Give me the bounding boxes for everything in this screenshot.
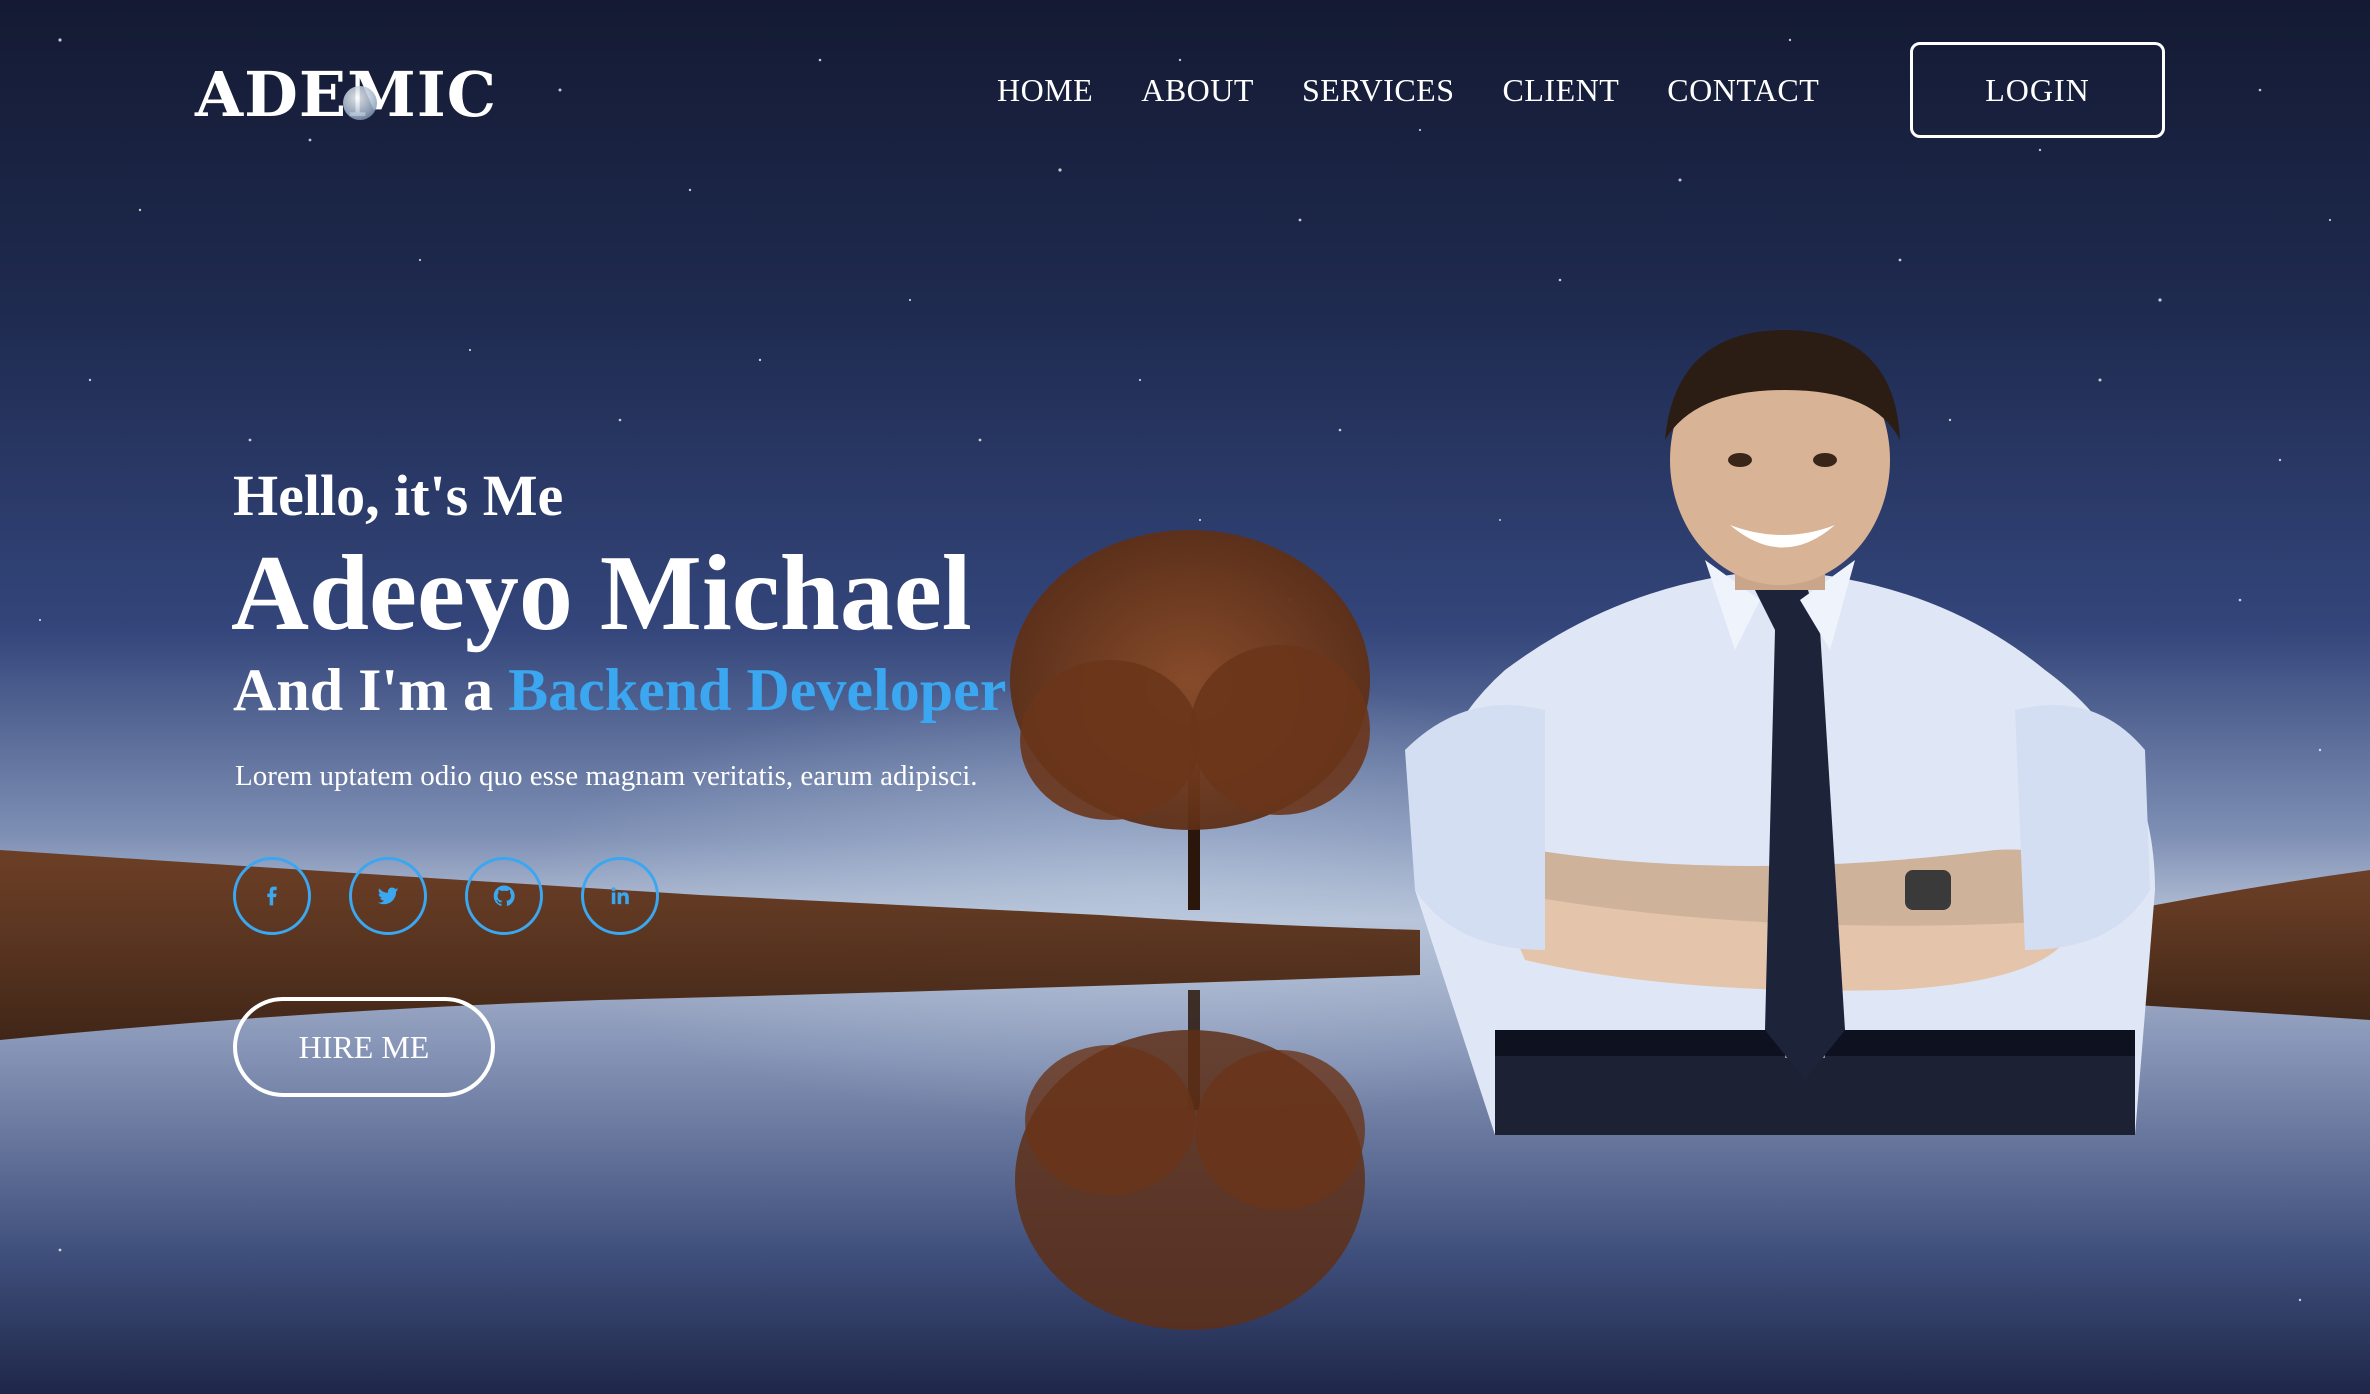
hero-role-line: And I'm a Backend Developer: [233, 656, 1006, 725]
hire-me-button[interactable]: HIRE ME: [233, 997, 495, 1097]
twitter-link[interactable]: [349, 857, 427, 935]
nav-item-services[interactable]: SERVICES: [1302, 72, 1455, 109]
moon-icon: [343, 86, 377, 120]
hero-name: Adeeyo Michael: [231, 534, 972, 653]
social-links: [233, 857, 659, 935]
nav-item-client[interactable]: CLIENT: [1503, 72, 1620, 109]
facebook-link[interactable]: [233, 857, 311, 935]
linkedin-icon: [611, 887, 629, 905]
facebook-icon: [267, 886, 277, 906]
hero-description: Lorem uptatem odio quo esse magnam verit…: [235, 760, 978, 792]
hire-me-label: HIRE ME: [298, 1028, 430, 1065]
brand-logo[interactable]: ADEMIC: [195, 58, 497, 131]
main-nav: HOME ABOUT SERVICES CLIENT CONTACT: [997, 72, 1819, 109]
nav-item-home[interactable]: HOME: [997, 72, 1093, 109]
twitter-icon: [377, 887, 399, 905]
github-link[interactable]: [465, 857, 543, 935]
developer-portrait: [1405, 330, 2155, 1135]
hero-greeting: Hello, it's Me: [233, 463, 564, 528]
nav-item-contact[interactable]: CONTACT: [1667, 72, 1819, 109]
github-icon: [493, 885, 515, 906]
hero-role: Backend Developer: [508, 657, 1007, 723]
login-button[interactable]: LOGIN: [1910, 42, 2165, 138]
hero-role-prefix: And I'm a: [233, 657, 509, 723]
login-button-label: LOGIN: [1985, 71, 2090, 108]
linkedin-link[interactable]: [581, 857, 659, 935]
nav-item-about[interactable]: ABOUT: [1141, 72, 1254, 109]
